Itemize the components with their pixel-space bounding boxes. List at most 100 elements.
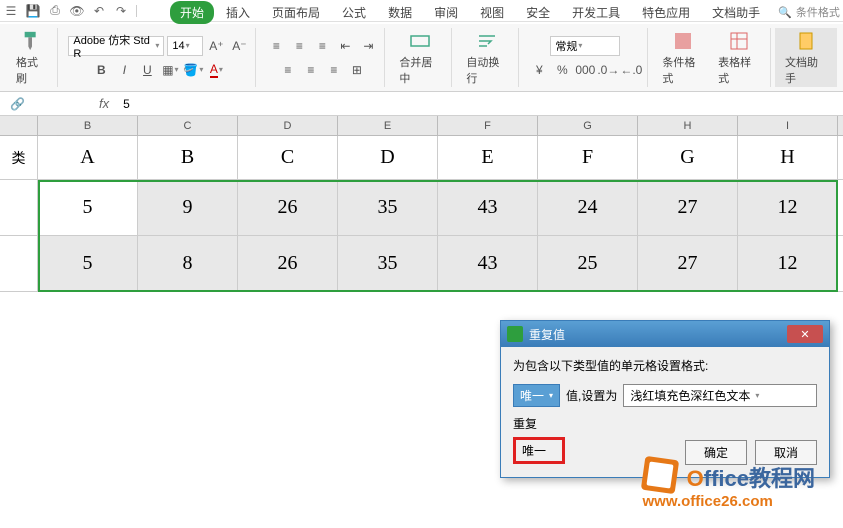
col-header[interactable]: G <box>538 116 638 135</box>
tab-dev[interactable]: 开发工具 <box>562 1 630 24</box>
align-mid-button[interactable]: ≡ <box>289 36 309 56</box>
tab-layout[interactable]: 页面布局 <box>262 1 330 24</box>
font-color-button[interactable]: A▾ <box>206 60 226 80</box>
cell[interactable]: 5 <box>38 236 138 291</box>
tab-formula[interactable]: 公式 <box>332 1 376 24</box>
cell[interactable]: 35 <box>338 180 438 235</box>
dialog-title-text: 重复值 <box>529 326 565 343</box>
type-select[interactable]: 唯一▾ <box>513 384 560 407</box>
align-bot-button[interactable]: ≡ <box>312 36 332 56</box>
bold-button[interactable]: B <box>91 60 111 80</box>
cell[interactable]: G <box>638 136 738 179</box>
cell[interactable]: 24 <box>538 180 638 235</box>
tab-security[interactable]: 安全 <box>516 1 560 24</box>
doc-helper-button[interactable]: 文档助手 <box>781 28 831 88</box>
font-size-select[interactable]: 14▾ <box>167 36 203 56</box>
cell[interactable]: 8 <box>138 236 238 291</box>
cell[interactable]: D <box>338 136 438 179</box>
merge-icon <box>409 30 431 52</box>
format-painter-button[interactable]: 格式刷 <box>12 28 51 88</box>
underline-button[interactable]: U <box>137 60 157 80</box>
grid: 类 A B C D E F G H 5 9 26 35 43 24 27 12 … <box>0 136 843 292</box>
tab-home[interactable]: 开始 <box>170 1 214 24</box>
col-header[interactable]: F <box>438 116 538 135</box>
conditional-format-button[interactable]: 条件格式 <box>658 28 708 88</box>
increase-font-button[interactable]: A⁺ <box>206 36 226 56</box>
row-label <box>0 236 38 291</box>
close-button[interactable]: ✕ <box>787 325 823 343</box>
format-select[interactable]: 浅红填充色深红色文本▾ <box>623 384 817 407</box>
dec-decimal-button[interactable]: ←.0 <box>621 60 641 80</box>
paintbrush-icon <box>21 30 43 52</box>
formula-bar: 🔗 fx <box>0 92 843 116</box>
cell[interactable]: 12 <box>738 180 838 235</box>
col-header[interactable]: B <box>38 116 138 135</box>
option-duplicate[interactable]: 重复 <box>513 415 817 432</box>
italic-button[interactable]: I <box>114 60 134 80</box>
wrap-group: 自动换行 <box>456 28 519 87</box>
indent-dec-button[interactable]: ⇤ <box>335 36 355 56</box>
indent-inc-button[interactable]: ⇥ <box>358 36 378 56</box>
cell[interactable]: 43 <box>438 180 538 235</box>
styles-group: 条件格式 表格样式 <box>652 28 771 87</box>
font-name-select[interactable]: Adobe 仿宋 Std R▾ <box>68 36 164 56</box>
tab-view[interactable]: 视图 <box>470 1 514 24</box>
cell[interactable]: 5 <box>38 180 138 235</box>
cell[interactable]: 35 <box>338 236 438 291</box>
fill-color-button[interactable]: 🪣▾ <box>183 60 203 80</box>
align-top-button[interactable]: ≡ <box>266 36 286 56</box>
cell[interactable]: 27 <box>638 180 738 235</box>
cell[interactable]: 25 <box>538 236 638 291</box>
merge-center-button[interactable]: 合并居中 <box>395 28 445 88</box>
merge-split-button[interactable]: ⊞ <box>347 60 367 80</box>
tab-review[interactable]: 审阅 <box>424 1 468 24</box>
cell[interactable]: H <box>738 136 838 179</box>
tab-doc-helper[interactable]: 文档助手 <box>702 1 770 24</box>
fx-label[interactable]: fx <box>91 96 117 111</box>
cell[interactable]: 12 <box>738 236 838 291</box>
cell[interactable]: B <box>138 136 238 179</box>
link-icon[interactable]: 🔗 <box>4 97 31 111</box>
auto-wrap-button[interactable]: 自动换行 <box>462 28 512 88</box>
currency-button[interactable]: ¥ <box>529 60 549 80</box>
option-unique-highlighted[interactable]: 唯一 <box>513 437 565 464</box>
cell[interactable]: 43 <box>438 236 538 291</box>
border-button[interactable]: ▦▾ <box>160 60 180 80</box>
decrease-font-button[interactable]: A⁻ <box>229 36 249 56</box>
row-label <box>0 180 38 235</box>
tab-data[interactable]: 数据 <box>378 1 422 24</box>
number-format-select[interactable]: 常规▾ <box>550 36 620 56</box>
table-row: 5 8 26 35 43 25 27 12 <box>0 236 843 292</box>
tab-special[interactable]: 特色应用 <box>632 1 700 24</box>
cell[interactable]: A <box>38 136 138 179</box>
cell[interactable]: 9 <box>138 180 238 235</box>
search-placeholder: 条件格式 <box>796 4 840 20</box>
cell[interactable]: 27 <box>638 236 738 291</box>
inc-decimal-button[interactable]: .0→ <box>598 60 618 80</box>
table-style-button[interactable]: 表格样式 <box>714 28 764 88</box>
watermark-url: www.office26.com <box>643 493 816 510</box>
cell[interactable]: 26 <box>238 236 338 291</box>
formula-input[interactable] <box>117 95 839 113</box>
search-box[interactable]: 🔍 条件格式 <box>778 4 840 20</box>
ribbon-tabs: 开始 插入 页面布局 公式 数据 审阅 视图 安全 开发工具 特色应用 文档助手… <box>0 0 843 24</box>
tab-insert[interactable]: 插入 <box>216 1 260 24</box>
col-header[interactable]: D <box>238 116 338 135</box>
align-right-button[interactable]: ≡ <box>324 60 344 80</box>
cell[interactable]: E <box>438 136 538 179</box>
cell[interactable]: F <box>538 136 638 179</box>
percent-button[interactable]: % <box>552 60 572 80</box>
col-header[interactable]: H <box>638 116 738 135</box>
col-header[interactable]: C <box>138 116 238 135</box>
comma-button[interactable]: 000 <box>575 60 595 80</box>
merge-group: 合并居中 <box>389 28 452 87</box>
spreadsheet: B C D E F G H I 类 A B C D E F G H 5 9 26… <box>0 116 843 292</box>
cell[interactable]: C <box>238 136 338 179</box>
align-center-button[interactable]: ≡ <box>301 60 321 80</box>
app-icon <box>507 326 523 342</box>
col-header[interactable]: I <box>738 116 838 135</box>
font-group: Adobe 仿宋 Std R▾ 14▾ A⁺ A⁻ B I U ▦▾ 🪣▾ A▾ <box>62 28 256 87</box>
col-header[interactable]: E <box>338 116 438 135</box>
align-left-button[interactable]: ≡ <box>278 60 298 80</box>
cell[interactable]: 26 <box>238 180 338 235</box>
